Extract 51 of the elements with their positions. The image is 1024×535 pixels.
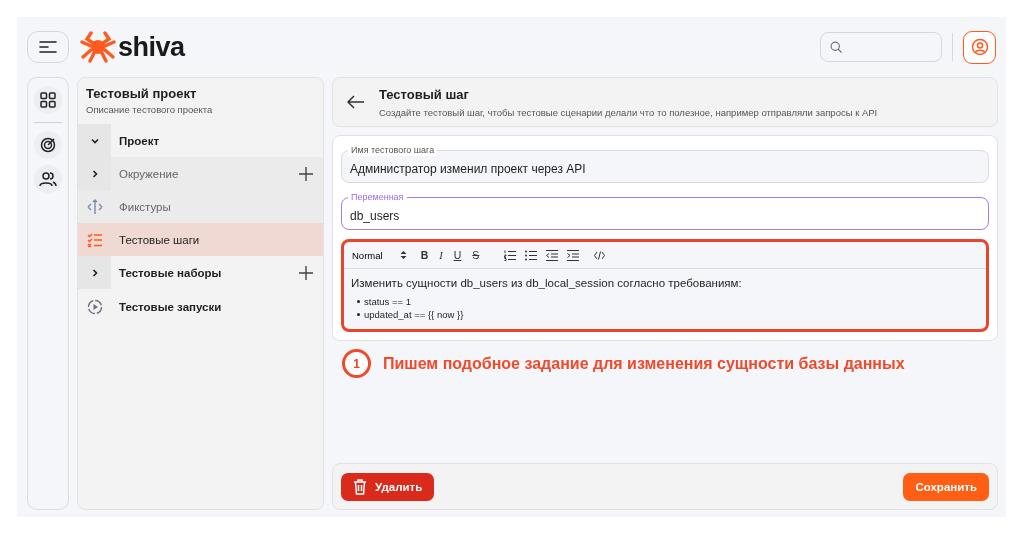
annotation-text: Пишем подобное задание для изменения сущности базы данных	[383, 354, 905, 373]
rich-text-editor[interactable]: Normal B I U S Изменить сущности db_users из db_local_session согласно требованиям: status == 1 updated_at == {{ now }}	[341, 239, 989, 332]
numbered-list-icon[interactable]	[504, 249, 517, 261]
editor-paragraph: Изменить сущности db_users из db_local_session согласно требованиям:	[351, 277, 743, 289]
format-button[interactable]: I	[438, 249, 444, 261]
format-button[interactable]: S	[471, 249, 481, 261]
spider-logo-icon	[80, 31, 116, 63]
updown-icon	[399, 250, 407, 260]
search-field[interactable]	[820, 32, 942, 62]
search-icon	[830, 39, 842, 55]
checklist-icon	[86, 231, 103, 248]
style-select[interactable]: Normal	[352, 249, 407, 261]
nav-item[interactable]: Проект	[78, 124, 323, 157]
logo-text: shiva	[118, 31, 185, 63]
dashboard-button[interactable]	[34, 86, 62, 114]
trash-icon	[353, 478, 367, 495]
page-subtitle: Создайте тестовый шаг, чтобы тестовые сценарии делали что то полезное, например отправляли запросы к API	[379, 106, 878, 118]
project-title: Тестовый проект	[86, 86, 198, 101]
user-icon	[970, 38, 989, 56]
indent-icon[interactable]	[567, 249, 580, 261]
profile-button[interactable]	[963, 30, 996, 64]
bullet-list-icon[interactable]	[525, 249, 538, 261]
grid-icon	[40, 92, 56, 108]
nav-item[interactable]: Тестовые наборы	[78, 256, 323, 289]
list-item-text: updated_at == {{ now }}	[364, 308, 464, 321]
page-title: Тестовый шаг	[379, 86, 470, 102]
step-number-badge: 1	[342, 349, 371, 378]
arrows-icon	[86, 198, 103, 215]
add-icon[interactable]	[299, 166, 313, 181]
bullet-dot	[357, 313, 360, 316]
users-icon	[39, 171, 57, 187]
code-icon[interactable]	[594, 250, 606, 260]
format-button[interactable]: U	[452, 249, 463, 261]
target-icon	[40, 137, 56, 153]
back-arrow-icon[interactable]	[347, 95, 365, 109]
nav-item[interactable]: Тестовые запуски	[78, 289, 323, 325]
play-circle-icon	[86, 299, 103, 315]
delete-button[interactable]: Удалить	[341, 472, 435, 501]
bullet-dot	[357, 300, 360, 303]
users-button[interactable]	[34, 165, 62, 193]
menu-button[interactable]	[27, 31, 69, 63]
format-button[interactable]: B	[419, 249, 430, 261]
target-button[interactable]	[34, 131, 62, 159]
add-icon[interactable]	[299, 265, 313, 280]
nav-item[interactable]: Тестовые шаги	[78, 223, 323, 256]
nav-item[interactable]: Окружение	[78, 157, 323, 190]
project-description: Описание тестового проекта	[86, 104, 214, 115]
nav-item[interactable]: Фикстуры	[78, 190, 323, 223]
outdent-icon[interactable]	[546, 249, 559, 261]
menu-icon	[39, 41, 57, 53]
list-item-text: status == 1	[364, 295, 411, 308]
